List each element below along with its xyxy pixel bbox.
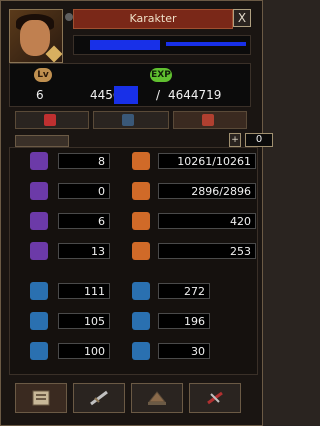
weapon-icon bbox=[132, 282, 150, 300]
strength-icon bbox=[30, 152, 48, 170]
hit-icon bbox=[30, 282, 48, 300]
stat-value: 272 bbox=[158, 283, 210, 299]
stat-value: 6 bbox=[58, 213, 110, 229]
x-icon bbox=[122, 114, 134, 126]
defense-icon bbox=[132, 242, 150, 260]
tab-items[interactable] bbox=[173, 111, 247, 129]
stats-panel: 8 10261/10261 0 2896/2896 6 420 13 253 1… bbox=[9, 147, 258, 375]
tab-skills[interactable] bbox=[93, 111, 169, 129]
exp-separator: / bbox=[156, 88, 161, 102]
level-exp-panel: Lv EXP 6 44567 / 4644719 bbox=[9, 63, 251, 107]
mp-value: 2896/2896 bbox=[158, 183, 256, 199]
heart-icon bbox=[132, 152, 150, 170]
tab-character[interactable] bbox=[15, 383, 67, 413]
sword-icon bbox=[90, 390, 108, 406]
critical-icon bbox=[132, 342, 150, 360]
redacted-block bbox=[166, 42, 246, 46]
time-icon bbox=[30, 342, 48, 360]
indicator-icon bbox=[65, 13, 73, 21]
stat-value: 111 bbox=[58, 283, 110, 299]
title-bar: Karakter bbox=[73, 9, 233, 29]
tool-icon bbox=[207, 391, 223, 405]
stat-value: 420 bbox=[158, 213, 256, 229]
redacted-block bbox=[114, 86, 138, 104]
hp-value: 10261/10261 bbox=[158, 153, 256, 169]
character-window: Karakter X Lv EXP 6 44567 / 4644719 + 0 … bbox=[0, 0, 273, 426]
mana-icon bbox=[132, 182, 150, 200]
name-bar bbox=[73, 35, 251, 55]
stat-value: 13 bbox=[58, 243, 110, 259]
tab-equipment[interactable] bbox=[131, 383, 183, 413]
plus-button[interactable]: + bbox=[229, 133, 241, 147]
tab-combat[interactable] bbox=[73, 383, 125, 413]
exp-badge: EXP bbox=[150, 68, 172, 82]
speed-icon bbox=[30, 212, 48, 230]
stat-value: 105 bbox=[58, 313, 110, 329]
intelligence-icon bbox=[30, 242, 48, 260]
tab-stats[interactable] bbox=[15, 111, 89, 129]
stat-value: 100 bbox=[58, 343, 110, 359]
hat-icon bbox=[147, 391, 167, 405]
shield-icon bbox=[132, 312, 150, 330]
level-badge: Lv bbox=[34, 68, 52, 82]
face bbox=[20, 20, 50, 56]
bottom-tabs bbox=[9, 375, 256, 423]
heart-icon bbox=[30, 182, 48, 200]
stat-value: 30 bbox=[158, 343, 210, 359]
scroll-icon bbox=[32, 390, 50, 406]
stat-value: 253 bbox=[158, 243, 256, 259]
pierce-icon bbox=[30, 312, 48, 330]
counter-value: 0 bbox=[245, 133, 273, 147]
level-value: 6 bbox=[36, 88, 44, 102]
scrollbar[interactable] bbox=[15, 135, 69, 147]
exp-max: 4644719 bbox=[168, 88, 222, 102]
redacted-block bbox=[90, 40, 160, 50]
stat-value: 196 bbox=[158, 313, 210, 329]
controls-row: + 0 bbox=[15, 133, 273, 147]
attack-icon bbox=[132, 212, 150, 230]
x-icon bbox=[44, 114, 56, 126]
close-button[interactable]: X bbox=[233, 9, 251, 27]
tab-inventory[interactable] bbox=[189, 383, 241, 413]
stat-value: 0 bbox=[58, 183, 110, 199]
avatar[interactable] bbox=[9, 9, 63, 63]
stat-value: 8 bbox=[58, 153, 110, 169]
orb-icon bbox=[202, 114, 214, 126]
